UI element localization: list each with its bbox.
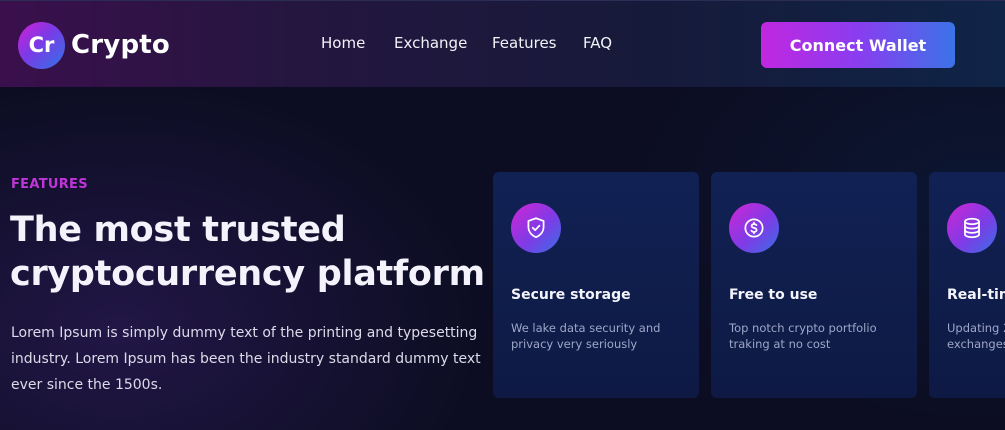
feature-description: Top notch crypto portfolio traking at no…	[729, 321, 877, 351]
database-stack-icon	[947, 203, 997, 253]
nav-exchange[interactable]: Exchange	[394, 34, 467, 52]
logo-badge: Cr	[18, 21, 65, 69]
brand-logo[interactable]: Cr Crypto	[18, 21, 170, 69]
hero-intro: Lorem Ipsum is simply dummy text of the …	[11, 325, 481, 393]
feature-card-secure-storage[interactable]: Secure storage We lake data security and…	[493, 172, 699, 398]
section-eyebrow: FEATURES	[11, 177, 88, 192]
landing-page: Cr Crypto Home Exchange Features FAQ Con…	[0, 0, 1005, 430]
brand-name: Crypto	[71, 30, 170, 60]
nav-features[interactable]: Features	[492, 34, 557, 52]
nav-home[interactable]: Home	[321, 34, 365, 52]
connect-wallet-button[interactable]: Connect Wallet	[761, 22, 955, 68]
headline-line-2: cryptocurrency platform	[10, 254, 485, 294]
dollar-coin-icon	[729, 203, 779, 253]
nav-faq[interactable]: FAQ	[583, 34, 612, 52]
site-header: Cr Crypto Home Exchange Features FAQ Con…	[0, 0, 1005, 87]
feature-description: Updating 2 data form exchanges	[947, 321, 1005, 351]
shield-check-icon	[511, 203, 561, 253]
headline-line-1: The most trusted	[10, 210, 346, 250]
feature-title: Real-tim	[947, 287, 1005, 303]
feature-title: Secure storage	[511, 287, 631, 303]
feature-card-free-to-use[interactable]: Free to use Top notch crypto portfolio t…	[711, 172, 917, 398]
hero-headline: The most trusted cryptocurrency platform	[10, 208, 490, 296]
feature-card-real-time[interactable]: Real-tim Updating 2 data form exchanges	[929, 172, 1005, 398]
feature-description: We lake data security and privacy very s…	[511, 321, 661, 351]
feature-title: Free to use	[729, 287, 818, 303]
